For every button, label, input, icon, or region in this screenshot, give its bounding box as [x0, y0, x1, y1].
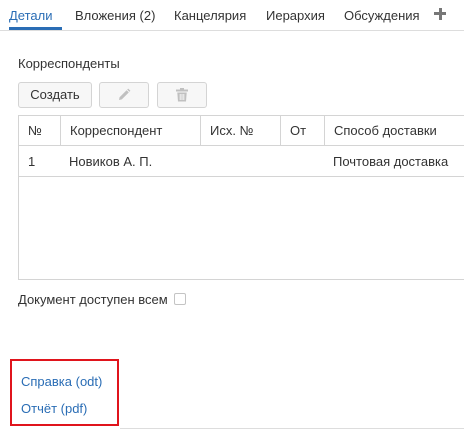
cell-outgoing-number: [200, 147, 280, 177]
attachment-link-report[interactable]: Отчёт (pdf): [21, 401, 87, 416]
tab-hierarchy[interactable]: Иерархия: [266, 8, 325, 23]
delete-button[interactable]: [157, 82, 207, 108]
active-tab-indicator: [9, 27, 62, 30]
edit-button[interactable]: [99, 82, 149, 108]
tab-discussions[interactable]: Обсуждения: [344, 8, 420, 23]
public-access-label: Документ доступен всем: [18, 292, 168, 307]
table-row[interactable]: 1 Новиков А. П. Почтовая доставка: [19, 147, 464, 177]
cell-number: 1: [28, 154, 36, 169]
public-access-checkbox[interactable]: [174, 293, 186, 305]
attachment-link-reference[interactable]: Справка (odt): [21, 374, 102, 389]
column-header-correspondent[interactable]: Корреспондент: [60, 116, 200, 146]
cell-correspondent: Новиков А. П.: [69, 154, 153, 169]
correspondents-title: Корреспонденты: [18, 56, 120, 71]
column-header-number[interactable]: №: [19, 116, 60, 146]
tab-office[interactable]: Канцелярия: [174, 8, 246, 23]
pencil-icon: [119, 88, 131, 100]
cell-delivery-method: Почтовая доставка: [333, 154, 449, 169]
tab-bar: Детали Вложения (2) Канцелярия Иерархия …: [0, 0, 464, 31]
column-header-from[interactable]: От: [280, 116, 324, 146]
cell-from: [280, 147, 324, 177]
create-button[interactable]: Создать: [18, 82, 92, 108]
tab-attachments[interactable]: Вложения (2): [75, 8, 155, 23]
trash-icon: [176, 88, 188, 102]
table-header: № Корреспондент Исх. № От Способ доставк…: [19, 116, 464, 146]
column-header-delivery-method[interactable]: Способ доставки: [324, 116, 464, 146]
plus-icon[interactable]: [434, 6, 448, 22]
column-header-outgoing-number[interactable]: Исх. №: [200, 116, 280, 146]
tab-details[interactable]: Детали: [9, 8, 53, 23]
correspondents-table: № Корреспондент Исх. № От Способ доставк…: [18, 115, 464, 280]
divider: [120, 428, 464, 429]
